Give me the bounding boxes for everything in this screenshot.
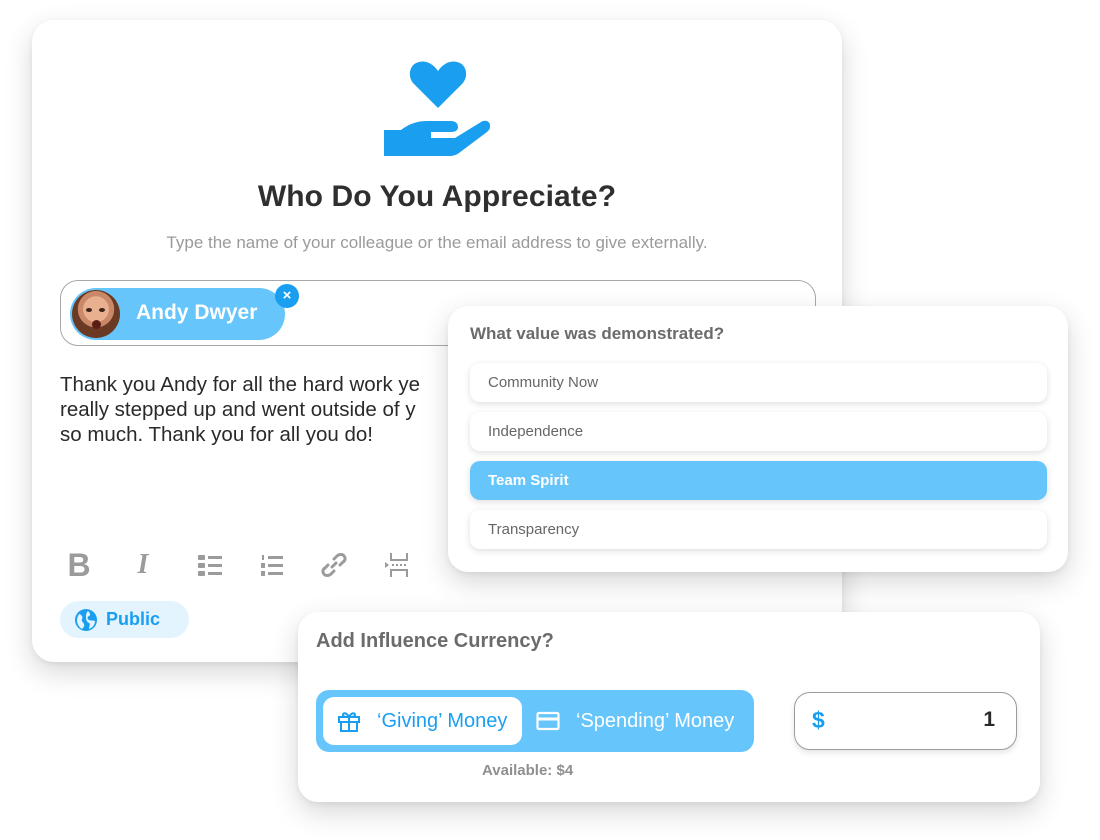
page-subtitle: Type the name of your colleague or the e… [166,233,708,252]
available-balance: Available: $4 [482,762,574,779]
amount-value: 1 [983,708,995,731]
currency-question: Add Influence Currency? [316,630,554,652]
value-option-community-now[interactable]: Community Now [470,363,1047,402]
italic-button[interactable]: I [126,548,160,582]
globe-icon [75,608,97,631]
value-option-transparency[interactable]: Transparency [470,510,1047,549]
giving-money-label: ‘Giving’ Money [377,709,508,732]
bulleted-list-button[interactable] [193,548,227,582]
heart-in-hand-icon [384,61,491,156]
gift-icon [338,712,360,732]
link-button[interactable] [317,548,351,582]
recipient-name: Andy Dwyer [136,301,258,324]
visibility-button[interactable]: Public [60,601,189,638]
numbered-list-icon [261,555,283,576]
spending-money-option[interactable]: ‘Spending’ Money [532,697,734,745]
avatar [72,290,120,338]
value-selection-card: What value was demonstrated? Community N… [448,306,1068,572]
dollar-sign-icon: $ [812,707,825,733]
page-break-button[interactable] [380,548,414,582]
numbered-list-button[interactable] [255,548,289,582]
giving-money-option[interactable]: ‘Giving’ Money [323,697,522,745]
currency-type-toggle: ‘Giving’ Money ‘Spending’ Money [316,690,754,752]
value-option-team-spirit[interactable]: Team Spirit [470,461,1047,500]
bold-button[interactable]: B [62,547,96,583]
page-break-icon [385,553,408,577]
recipient-chip[interactable]: Andy Dwyer × [70,284,299,340]
value-option-independence[interactable]: Independence [470,412,1047,451]
remove-recipient-button[interactable]: × [275,284,299,308]
currency-card: Add Influence Currency? ‘Giving’ Money ‘… [298,612,1040,802]
visibility-label: Public [106,609,161,629]
page-title: Who Do You Appreciate? [257,180,617,213]
spending-money-label: ‘Spending’ Money [576,709,735,732]
value-question: What value was demonstrated? [470,324,725,343]
amount-input[interactable]: $ 1 [794,692,1017,750]
bulleted-list-icon [198,555,222,576]
link-icon [321,553,347,577]
credit-card-icon [536,711,560,731]
